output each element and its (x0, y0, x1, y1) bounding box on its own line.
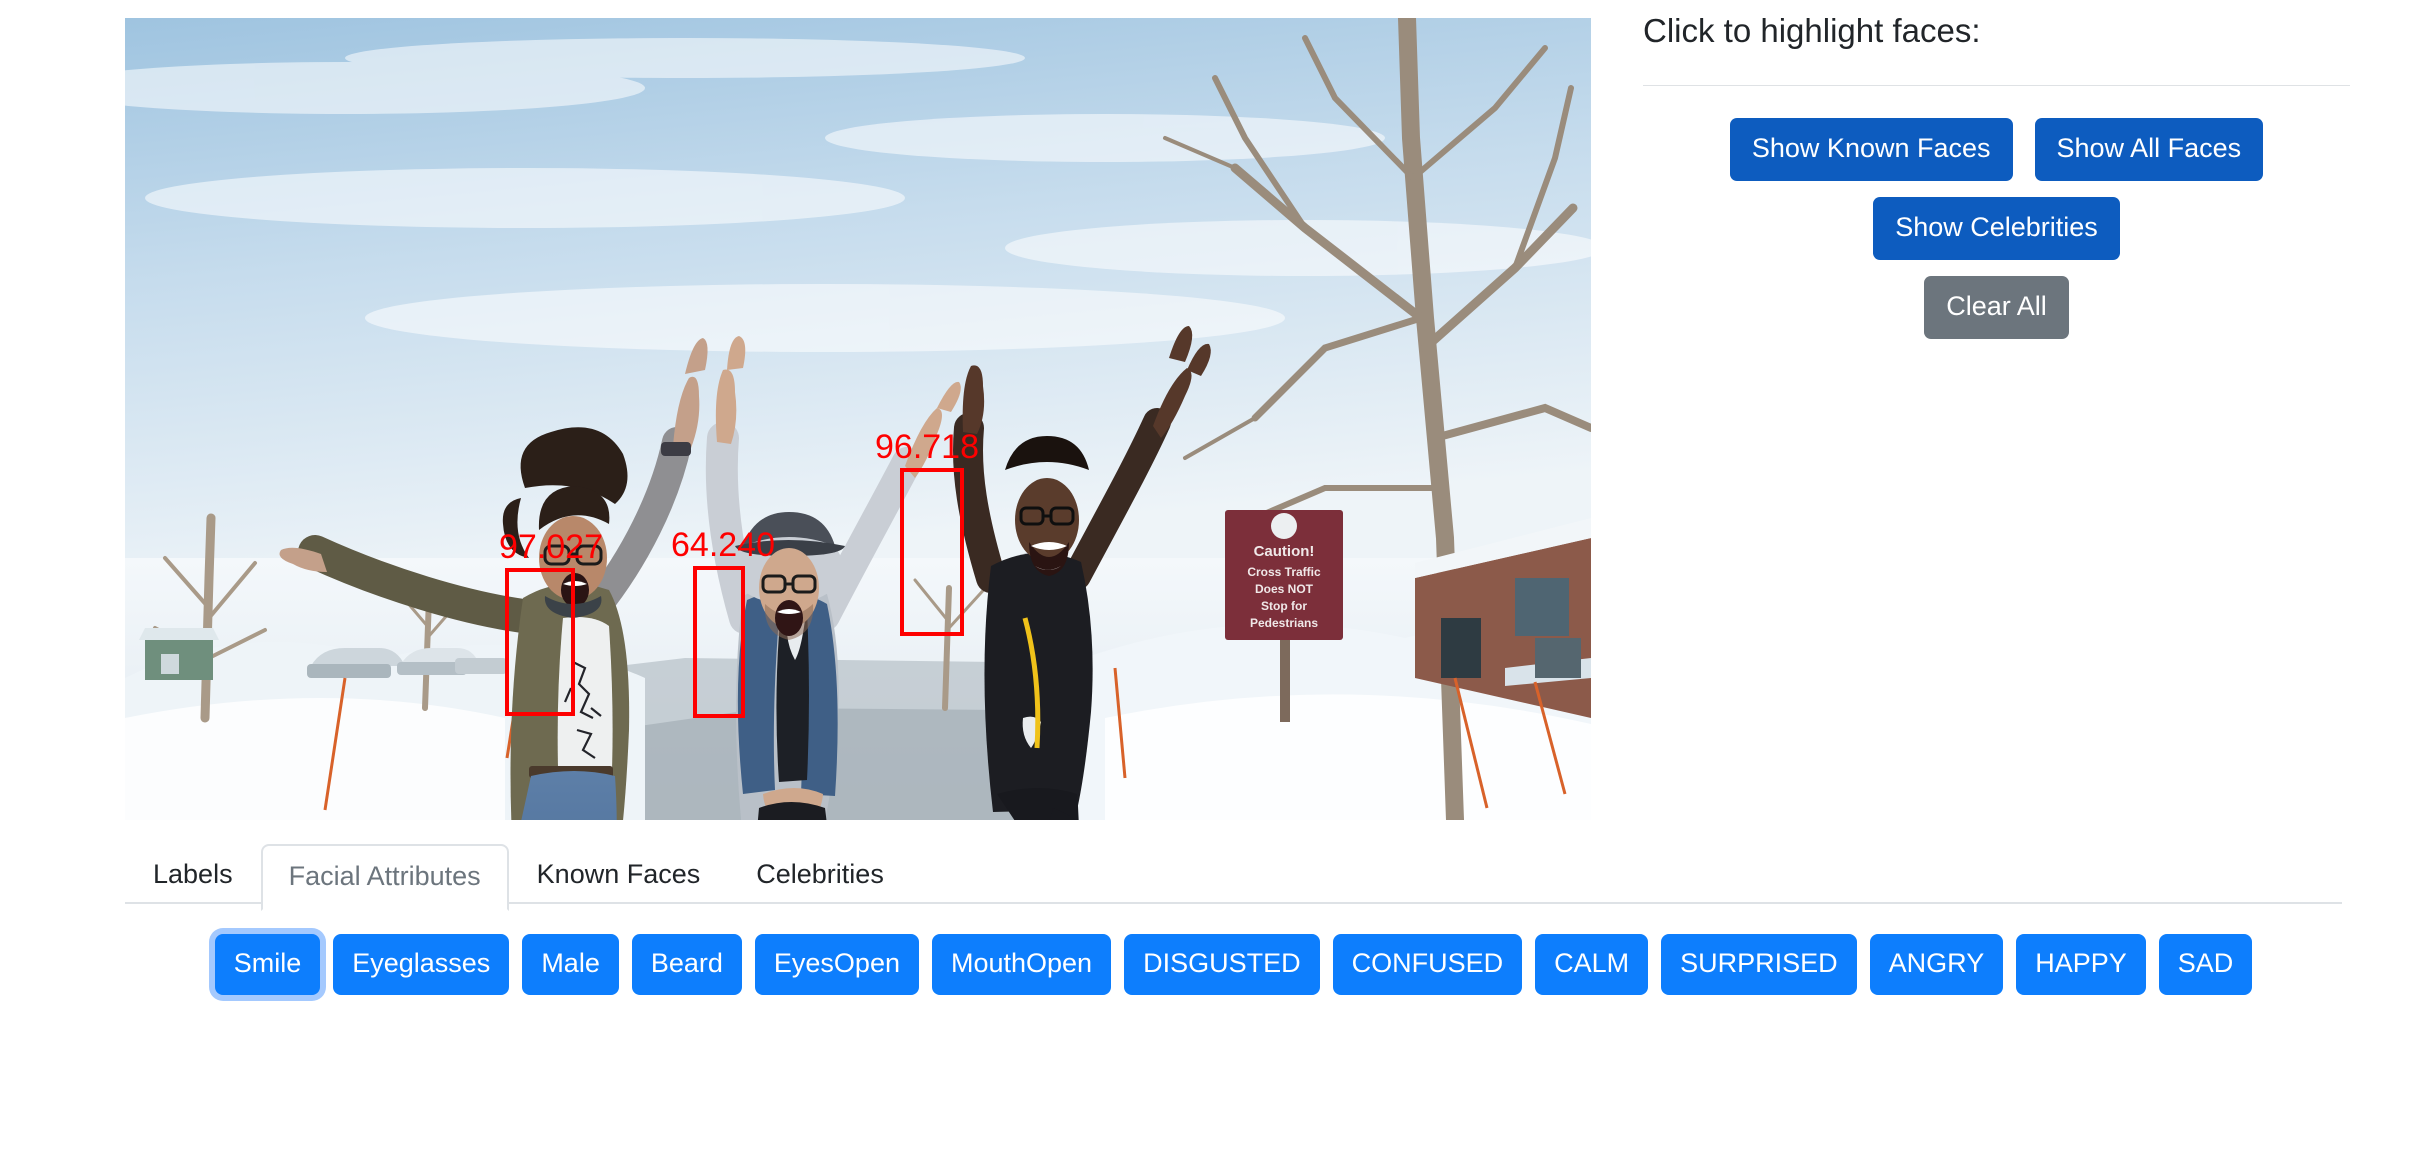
show-celebrities-button[interactable]: Show Celebrities (1873, 197, 2120, 261)
clear-all-button[interactable]: Clear All (1924, 276, 2069, 340)
photo-illustration: Caution! Cross Traffic Does NOT Stop for… (125, 18, 1591, 820)
svg-text:Caution!: Caution! (1254, 543, 1315, 560)
attribute-button-happy[interactable]: HAPPY (2016, 934, 2146, 995)
tab-facial-attributes[interactable]: Facial Attributes (260, 844, 509, 911)
facial-attributes-panel: Smile Eyeglasses Male Beard EyesOpen Mou… (125, 934, 2342, 995)
svg-text:Does NOT: Does NOT (1255, 582, 1314, 596)
attribute-button-calm[interactable]: CALM (1535, 934, 1649, 995)
highlight-button-row-3: Clear All (1643, 276, 2350, 340)
analysed-photo[interactable]: Caution! Cross Traffic Does NOT Stop for… (125, 18, 1591, 820)
attribute-button-male[interactable]: Male (522, 934, 619, 995)
attribute-button-mouthopen[interactable]: MouthOpen (931, 934, 1112, 995)
highlight-button-row-2: Show Celebrities (1643, 197, 2350, 261)
tab-celebrities[interactable]: Celebrities (728, 842, 912, 909)
panel-divider (1643, 85, 2350, 87)
highlight-faces-heading: Click to highlight faces: (1643, 12, 1981, 49)
attribute-button-eyesopen[interactable]: EyesOpen (754, 934, 919, 995)
highlight-button-group: Show Known Faces Show All Faces Show Cel… (1643, 118, 2350, 340)
attribute-button-disgusted[interactable]: DISGUSTED (1124, 934, 1320, 995)
show-all-faces-button[interactable]: Show All Faces (2034, 118, 2264, 182)
tab-labels[interactable]: Labels (125, 842, 261, 909)
page-root: Caution! Cross Traffic Does NOT Stop for… (0, 0, 2432, 1176)
attribute-button-smile[interactable]: Smile (214, 934, 321, 995)
tab-known-faces[interactable]: Known Faces (509, 842, 729, 909)
face-score-3: 96.718 (875, 428, 979, 466)
attribute-button-sad[interactable]: SAD (2158, 934, 2253, 995)
svg-text:Pedestrians: Pedestrians (1250, 616, 1318, 630)
show-known-faces-button[interactable]: Show Known Faces (1729, 118, 2013, 182)
results-tab-bar: Labels Facial Attributes Known Faces Celebr… (125, 842, 2342, 911)
highlight-button-row-1: Show Known Faces Show All Faces (1643, 118, 2350, 182)
attribute-button-beard[interactable]: Beard (631, 934, 742, 995)
right-column: Click to highlight faces: Show Known Fac… (1643, 0, 2350, 355)
left-column: Caution! Cross Traffic Does NOT Stop for… (125, 0, 2342, 995)
svg-text:Cross Traffic: Cross Traffic (1247, 565, 1321, 579)
attribute-button-confused[interactable]: CONFUSED (1332, 934, 1523, 995)
face-score-1: 97.027 (499, 528, 603, 566)
svg-text:Stop for: Stop for (1261, 599, 1307, 613)
attribute-button-angry[interactable]: ANGRY (1869, 934, 2004, 995)
attribute-button-row: Smile Eyeglasses Male Beard EyesOpen Mou… (125, 934, 2342, 995)
attribute-button-eyeglasses[interactable]: Eyeglasses (333, 934, 510, 995)
attribute-button-surprised[interactable]: SURPRISED (1661, 934, 1857, 995)
face-score-2: 64.240 (671, 526, 775, 564)
